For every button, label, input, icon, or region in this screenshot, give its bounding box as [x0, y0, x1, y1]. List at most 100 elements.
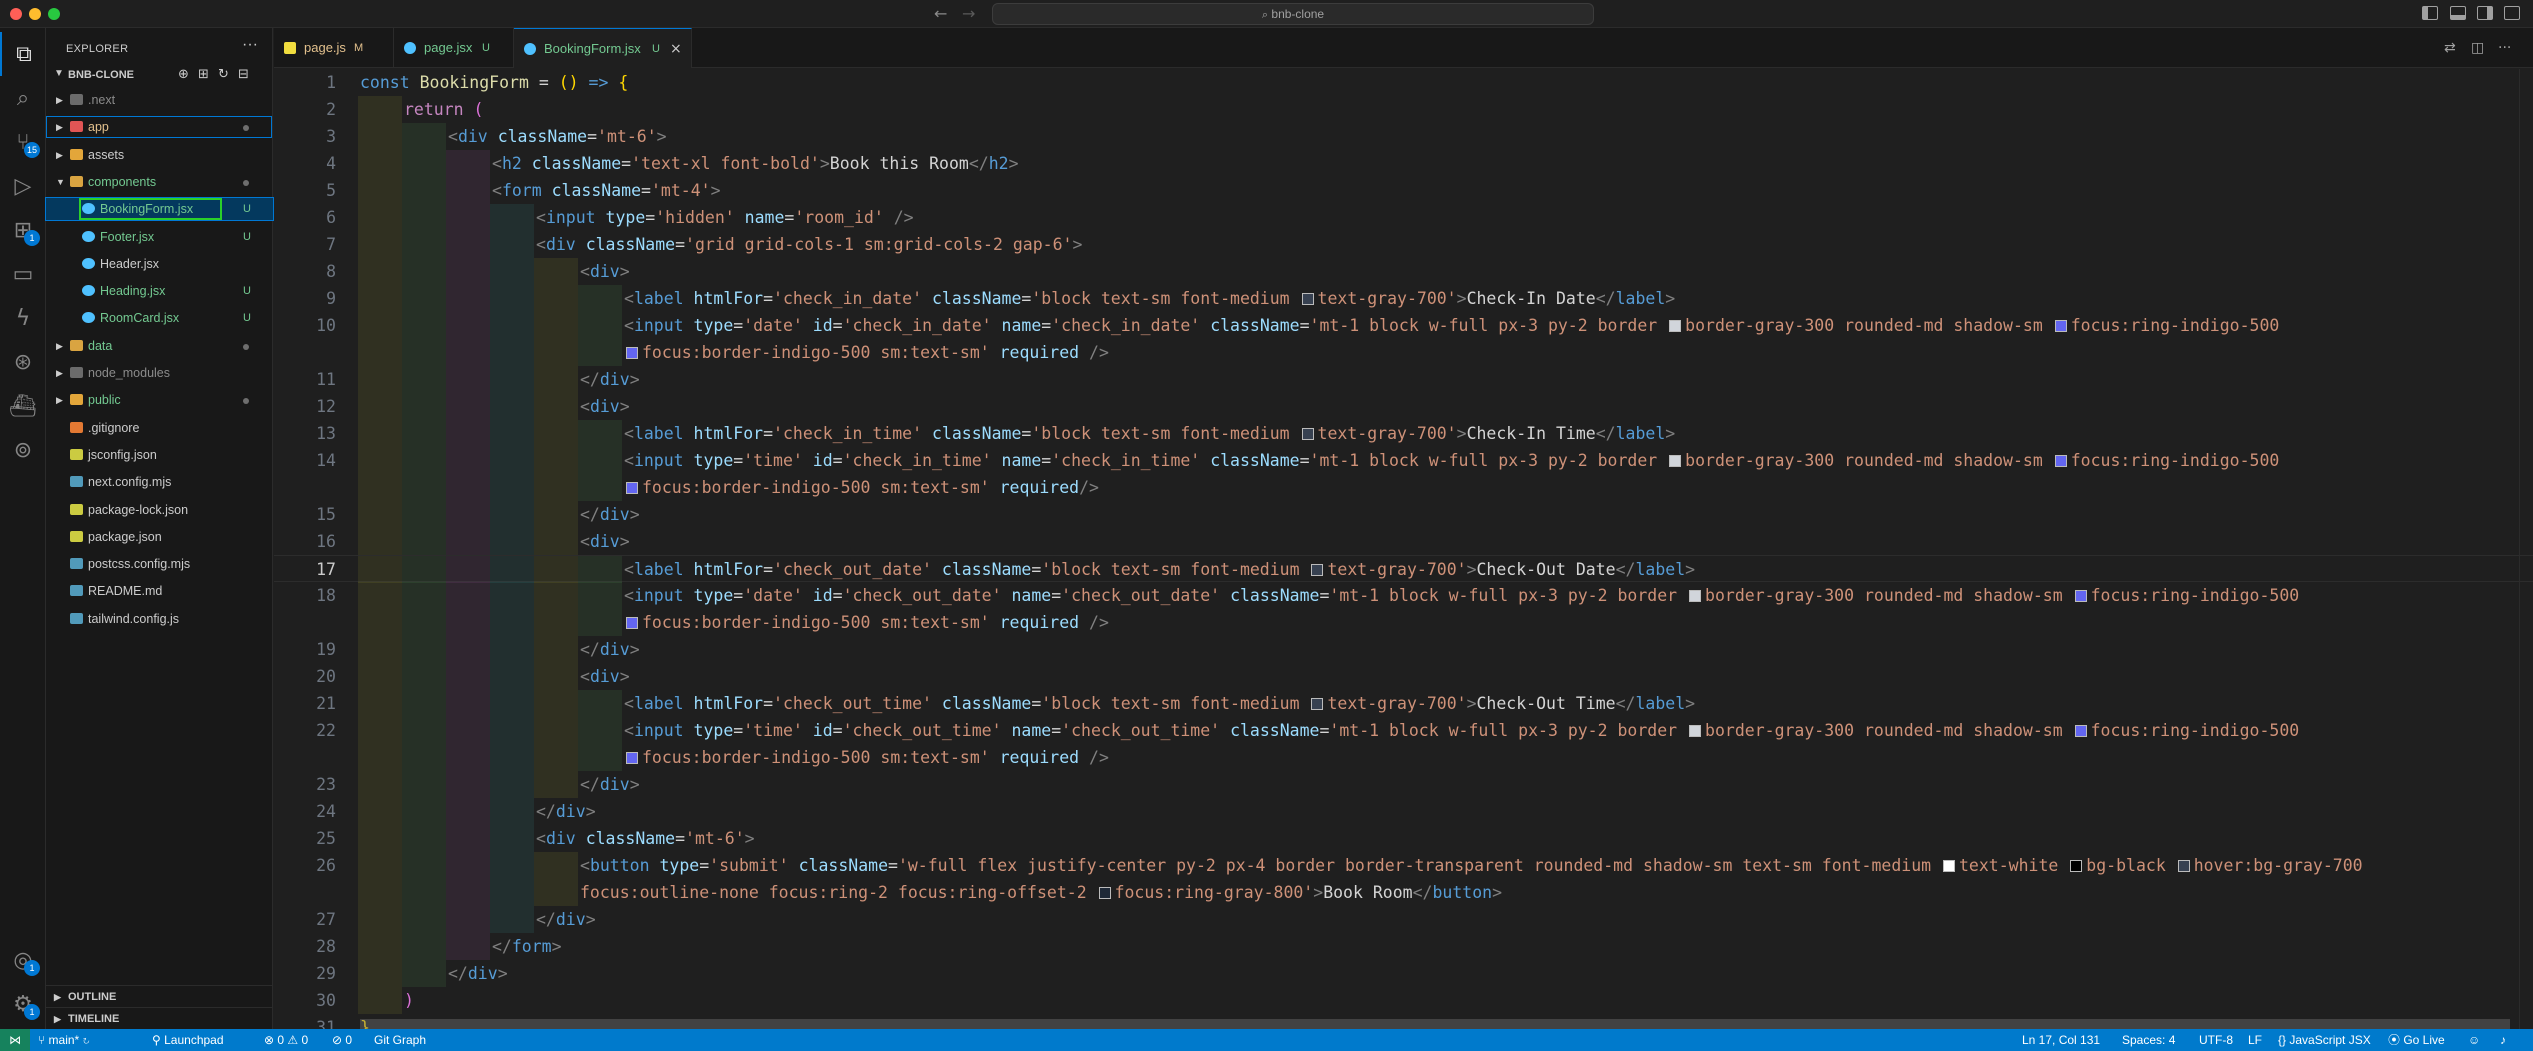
extensions-icon[interactable]: ⊞ 1: [0, 208, 46, 252]
code-line[interactable]: 12 <div>: [274, 393, 2533, 420]
folder-item[interactable]: ▶ app: [46, 116, 273, 139]
code-line[interactable]: 5 <form className='mt-4'>: [274, 177, 2533, 204]
folder-item[interactable]: ▶ .next: [46, 89, 273, 111]
code-line[interactable]: 21 <label htmlFor='check_out_time' classN…: [274, 690, 2533, 717]
tab-bookingform-jsx[interactable]: BookingForm.jsx U ×: [514, 28, 692, 68]
folder-item[interactable]: ▼ components: [46, 171, 273, 193]
back-arrow-icon[interactable]: ←: [934, 4, 947, 23]
code-line[interactable]: 7 <div className='grid grid-cols-1 sm:gri…: [274, 231, 2533, 258]
tab-page-jsx[interactable]: page.jsx U: [394, 28, 514, 68]
source-control-icon[interactable]: ⑂ 15: [0, 120, 46, 164]
compare-changes-icon[interactable]: ⇄: [2444, 40, 2456, 56]
file-item[interactable]: postcss.config.mjs: [46, 553, 273, 575]
close-icon[interactable]: ×: [670, 29, 682, 69]
code-line[interactable]: 27 </div>: [274, 906, 2533, 933]
more-actions-icon[interactable]: ···: [2498, 40, 2511, 56]
forward-arrow-icon[interactable]: →: [962, 4, 975, 23]
indentation-setting[interactable]: Spaces: 4: [2122, 1029, 2175, 1051]
collapse-all-icon[interactable]: ⊟: [238, 67, 249, 82]
go-live-button[interactable]: ⦿ Go Live: [2388, 1029, 2445, 1051]
gear-icon[interactable]: ⚙ 1: [0, 982, 46, 1026]
copilot-icon[interactable]: ☺: [2468, 1029, 2480, 1051]
code-line[interactable]: 4 <h2 className='text-xl font-bold'>Book …: [274, 150, 2533, 177]
notifications-bell-icon[interactable]: ♪: [2500, 1029, 2506, 1051]
horizontal-scrollbar[interactable]: [360, 1019, 2510, 1029]
code-line[interactable]: 30): [274, 987, 2533, 1014]
git-graph-icon[interactable]: ⊛: [0, 340, 46, 384]
accounts-icon[interactable]: ◎ 1: [0, 938, 46, 982]
search-icon[interactable]: ⌕: [0, 76, 46, 120]
outline-section[interactable]: ▶ OUTLINE: [46, 985, 273, 1007]
code-line[interactable]: focus:border-indigo-500 sm:text-sm' requ…: [274, 609, 2533, 636]
remote-explorer-icon[interactable]: ▭: [0, 252, 46, 296]
code-line[interactable]: 10 <input type='date' id='check_in_date' …: [274, 312, 2533, 339]
code-line[interactable]: 24 </div>: [274, 798, 2533, 825]
toggle-panel-icon[interactable]: [2450, 6, 2466, 20]
code-line[interactable]: focus:border-indigo-500 sm:text-sm' requ…: [274, 339, 2533, 366]
code-line[interactable]: 19 </div>: [274, 636, 2533, 663]
language-mode[interactable]: {} JavaScript JSX: [2278, 1029, 2371, 1051]
file-item[interactable]: tailwind.config.js: [46, 608, 273, 630]
file-item[interactable]: BookingForm.jsx U: [45, 197, 274, 222]
new-folder-icon[interactable]: ⊞: [198, 67, 209, 82]
docker-icon[interactable]: ⛴: [0, 384, 46, 428]
file-item[interactable]: .gitignore: [46, 417, 273, 439]
remote-indicator-icon[interactable]: ⋈: [0, 1029, 30, 1051]
workspace-root[interactable]: ▼ BNB-CLONE ⊕ ⊞ ↻ ⊟: [46, 66, 273, 86]
code-line[interactable]: 26 <button type='submit' className='w-ful…: [274, 852, 2533, 879]
thunder-client-icon[interactable]: ϟ: [0, 296, 46, 340]
explorer-icon[interactable]: ⧉: [0, 32, 46, 76]
file-item[interactable]: Heading.jsx U: [46, 280, 273, 302]
command-center-search[interactable]: ⌕ bnb-clone: [992, 3, 1594, 25]
problems-indicator[interactable]: ⊗ 0 ⚠ 0: [264, 1029, 308, 1051]
code-line[interactable]: 8 <div>: [274, 258, 2533, 285]
file-item[interactable]: package.json: [46, 526, 273, 548]
code-line[interactable]: 9 <label htmlFor='check_in_date' classNam…: [274, 285, 2533, 312]
window-close-button[interactable]: [10, 8, 22, 20]
code-line[interactable]: focus:outline-none focus:ring-2 focus:ri…: [274, 879, 2533, 906]
code-line[interactable]: 1 const BookingForm = () => {: [274, 69, 2533, 96]
code-line[interactable]: focus:border-indigo-500 sm:text-sm' requ…: [274, 474, 2533, 501]
file-item[interactable]: README.md: [46, 580, 273, 602]
folder-item[interactable]: ▶ node_modules: [46, 362, 273, 384]
refresh-icon[interactable]: ↻: [218, 67, 229, 82]
toggle-primary-sidebar-icon[interactable]: [2422, 6, 2438, 20]
split-editor-icon[interactable]: ◫: [2471, 40, 2484, 56]
folder-item[interactable]: ▶ public: [46, 389, 273, 411]
code-line[interactable]: 29 </div>: [274, 960, 2533, 987]
code-line[interactable]: 22 <input type='time' id='check_out_time'…: [274, 717, 2533, 744]
code-line[interactable]: 3 <div className='mt-6'>: [274, 123, 2533, 150]
code-line[interactable]: 28 </form>: [274, 933, 2533, 960]
tab-page-js[interactable]: page.js M: [274, 28, 394, 68]
toggle-secondary-sidebar-icon[interactable]: [2477, 6, 2493, 20]
code-line[interactable]: 11 </div>: [274, 366, 2533, 393]
more-actions-icon[interactable]: ···: [242, 36, 258, 54]
file-item[interactable]: next.config.mjs: [46, 471, 273, 493]
code-editor[interactable]: 1 const BookingForm = () => {2 return (3 <d…: [274, 69, 2533, 1029]
code-line[interactable]: 6 <input type='hidden' name='room_id' />: [274, 204, 2533, 231]
run-debug-icon[interactable]: ▷: [0, 164, 46, 208]
code-line[interactable]: 23 </div>: [274, 771, 2533, 798]
encoding-setting[interactable]: UTF-8: [2199, 1029, 2233, 1051]
code-line[interactable]: 20 <div>: [274, 663, 2533, 690]
new-file-icon[interactable]: ⊕: [178, 67, 189, 82]
code-line[interactable]: 13 <label htmlFor='check_in_time' classNa…: [274, 420, 2533, 447]
cursor-position[interactable]: Ln 17, Col 131: [2022, 1029, 2100, 1051]
file-item[interactable]: Header.jsx: [46, 253, 273, 275]
code-line[interactable]: focus:border-indigo-500 sm:text-sm' requ…: [274, 744, 2533, 771]
code-line[interactable]: 2 return (: [274, 96, 2533, 123]
code-line[interactable]: 14 <input type='time' id='check_in_time' …: [274, 447, 2533, 474]
file-item[interactable]: Footer.jsx U: [46, 226, 273, 248]
launchpad-button[interactable]: ⚲ Launchpad: [152, 1029, 224, 1051]
folder-item[interactable]: ▶ assets: [46, 144, 273, 166]
code-line[interactable]: 15 </div>: [274, 501, 2533, 528]
vertical-scrollbar[interactable]: [2519, 69, 2533, 1029]
ports-indicator[interactable]: ⊘ 0: [332, 1029, 352, 1051]
live-share-icon[interactable]: ⊚: [0, 428, 46, 472]
eol-setting[interactable]: LF: [2248, 1029, 2262, 1051]
code-line[interactable]: 18 <input type='date' id='check_out_date'…: [274, 582, 2533, 609]
file-item[interactable]: RoomCard.jsx U: [46, 307, 273, 329]
window-minimize-button[interactable]: [29, 8, 41, 20]
code-line[interactable]: 17 <label htmlFor='check_out_date' classN…: [274, 555, 2533, 583]
file-item[interactable]: package-lock.json: [46, 499, 273, 521]
